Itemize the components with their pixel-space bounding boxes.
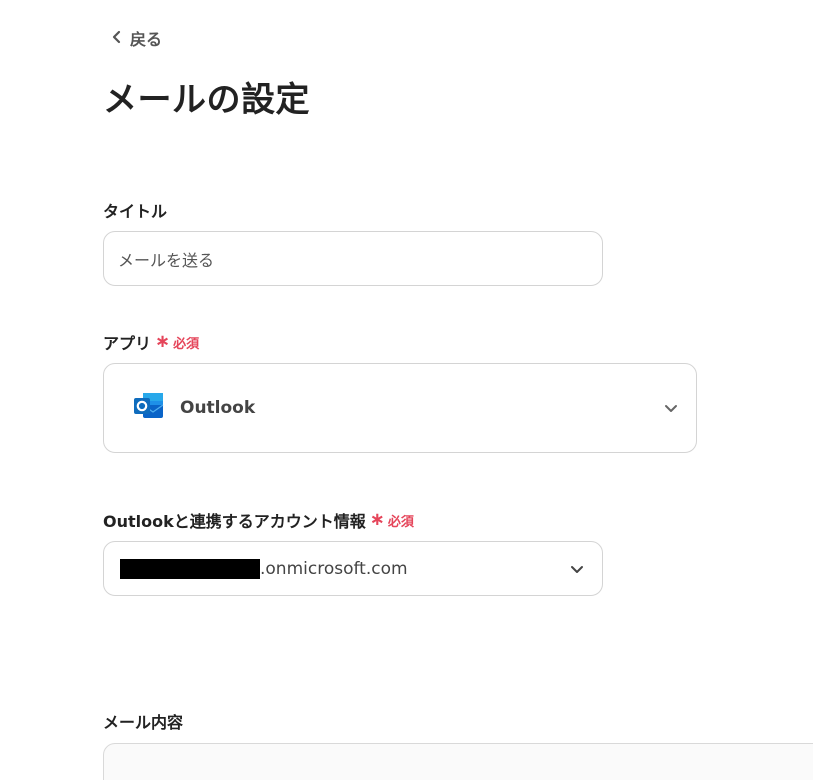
mail-settings-page: 戻る メールの設定 タイトル アプリ ∗ 必須 Outlook [0,0,813,780]
required-badge: ∗ 必須 [370,511,414,530]
chevron-down-icon [662,399,680,417]
account-field-label: Outlookと連携するアカウント情報 ∗ 必須 [103,508,414,532]
mail-content-editor[interactable] [103,743,813,780]
required-asterisk-icon: ∗ [369,509,385,530]
redacted-account-name [120,558,260,579]
required-text: 必須 [173,336,200,352]
back-link[interactable]: 戻る [110,26,162,50]
title-field-label: タイトル [103,198,167,222]
outlook-icon [132,389,166,427]
required-asterisk-icon: ∗ [155,331,171,352]
chevron-down-icon [568,560,586,578]
required-badge: ∗ 必須 [155,333,199,352]
chevron-left-icon [110,29,124,48]
app-field-label: アプリ ∗ 必須 [103,330,199,354]
required-text: 必須 [387,514,414,530]
app-label-text: アプリ [103,334,152,353]
title-label-text: タイトル [103,202,168,221]
title-input[interactable] [103,231,603,286]
app-selected-name: Outlook [180,398,256,418]
content-label-text: メール内容 [103,713,184,732]
page-title: メールの設定 [103,80,310,120]
content-field-label: メール内容 [103,709,183,733]
account-domain: .onmicrosoft.com [260,558,408,579]
app-select[interactable]: Outlook [103,363,697,453]
back-label: 戻る [130,30,163,49]
account-select[interactable]: .onmicrosoft.com [103,541,603,596]
account-label-text: Outlookと連携するアカウント情報 [103,512,366,531]
